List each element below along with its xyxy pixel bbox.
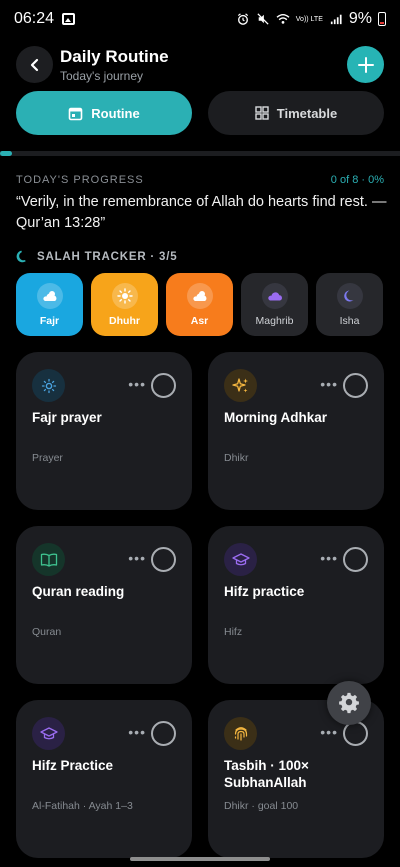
- progress-count: 0 of 8 · 0%: [330, 174, 384, 186]
- salah-tracker-header: SALAH TRACKER · 3/5: [16, 250, 177, 263]
- plus-icon: [357, 56, 374, 73]
- routine-name: Hifz practice: [224, 584, 305, 599]
- moon-icon: [336, 282, 363, 309]
- routine-card[interactable]: ••• Morning Adhkar Dhikr: [208, 352, 384, 510]
- routine-name: Fajr prayer: [32, 410, 102, 425]
- graduation-cap-icon: [32, 717, 65, 750]
- book-open-icon: [32, 543, 65, 576]
- routine-card[interactable]: ••• Quran reading Quran: [16, 526, 192, 684]
- routine-category: Dhikr · goal 100: [224, 800, 299, 812]
- home-indicator[interactable]: [130, 857, 270, 861]
- fingerprint-icon: [224, 717, 257, 750]
- prayer-name: Asr: [190, 314, 209, 327]
- wifi-icon: [276, 14, 290, 24]
- routine-category: Hifz: [224, 626, 243, 638]
- more-options-icon[interactable]: •••: [320, 550, 338, 566]
- prayer-dhuhr[interactable]: Dhuhr: [91, 273, 158, 336]
- prayer-isha[interactable]: Isha: [316, 273, 383, 336]
- battery-percent: 9%: [348, 10, 372, 27]
- routine-category: Dhikr: [224, 452, 249, 464]
- tab-routine[interactable]: Routine: [16, 91, 192, 135]
- routine-card[interactable]: ••• Fajr prayer Prayer: [16, 352, 192, 510]
- grid-icon: [255, 106, 269, 120]
- complete-checkbox[interactable]: [151, 721, 176, 746]
- more-options-icon[interactable]: •••: [320, 376, 338, 392]
- prayer-name: Fajr: [39, 314, 60, 327]
- calendar-icon: [68, 107, 83, 120]
- routine-name: Hifz Practice: [32, 758, 114, 773]
- routine-category: Quran: [32, 626, 62, 638]
- daily-quote: “Verily, in the remembrance of Allah do …: [16, 194, 387, 231]
- app-header: Daily Routine Today's journey: [16, 44, 384, 88]
- back-button[interactable]: [16, 46, 53, 83]
- alarm-icon: [237, 13, 248, 25]
- prayer-name: Maghrib: [255, 314, 294, 327]
- tab-timetable-label: Timetable: [276, 105, 338, 121]
- tab-routine-label: Routine: [91, 105, 140, 121]
- tab-timetable[interactable]: Timetable: [208, 91, 384, 135]
- cloud-sun-icon: [186, 282, 213, 309]
- page-subtitle: Today's journey: [60, 69, 144, 83]
- routine-card[interactable]: ••• Hifz Practice Al-Fatihah · Ayah 1–3: [16, 700, 192, 858]
- mute-icon: [257, 13, 269, 25]
- more-options-icon[interactable]: •••: [128, 724, 146, 740]
- graduation-cap-icon: [224, 543, 257, 576]
- moon-icon: [16, 250, 26, 263]
- view-tabs: Routine Timetable: [16, 91, 384, 135]
- prayer-list: Fajr Dhuhr Asr Maghrib Isha: [16, 273, 400, 336]
- prayer-fajr[interactable]: Fajr: [16, 273, 83, 336]
- routine-card[interactable]: ••• Tasbih · 100× SubhanAllah Dhikr · go…: [208, 700, 384, 858]
- signal-icon: [330, 14, 342, 25]
- prayer-asr[interactable]: Asr: [166, 273, 233, 336]
- battery-icon: [378, 12, 386, 26]
- chevron-left-icon: [30, 58, 38, 71]
- complete-checkbox[interactable]: [151, 547, 176, 572]
- cloud-sun-icon: [36, 282, 63, 309]
- routine-category: Al-Fatihah · Ayah 1–3: [32, 800, 133, 812]
- sparkles-icon: [224, 369, 257, 402]
- page-title: Daily Routine: [60, 47, 169, 66]
- more-options-icon[interactable]: •••: [128, 550, 146, 566]
- complete-checkbox[interactable]: [343, 547, 368, 572]
- routine-card[interactable]: ••• Hifz practice Hifz: [208, 526, 384, 684]
- more-options-icon[interactable]: •••: [320, 724, 338, 740]
- sun-icon: [111, 282, 138, 309]
- gear-icon: [339, 692, 359, 714]
- add-button[interactable]: [347, 46, 384, 83]
- status-right: Vo)) LTE 9%: [236, 10, 386, 28]
- routine-cards: ••• Fajr prayer Prayer ••• Morning Adhka…: [16, 352, 384, 858]
- prayer-maghrib[interactable]: Maghrib: [241, 273, 308, 336]
- routine-category: Prayer: [32, 452, 63, 464]
- progress-row: TODAY'S PROGRESS 0 of 8 · 0%: [16, 174, 384, 186]
- complete-checkbox[interactable]: [343, 373, 368, 398]
- settings-button[interactable]: [327, 681, 371, 725]
- status-bar: 06:24 Vo)) LTE 9%: [0, 0, 400, 38]
- more-options-icon[interactable]: •••: [128, 376, 146, 392]
- routine-name: Tasbih · 100× SubhanAllah: [224, 758, 309, 790]
- complete-checkbox[interactable]: [151, 373, 176, 398]
- routine-name: Quran reading: [32, 584, 125, 599]
- progress-bar: [0, 151, 400, 156]
- volte-label: Vo)) LTE: [295, 15, 323, 23]
- prayer-name: Isha: [339, 314, 360, 327]
- sun-icon: [32, 369, 65, 402]
- salah-tracker-label: SALAH TRACKER · 3/5: [37, 250, 178, 263]
- status-time: 06:24: [14, 10, 55, 27]
- progress-bar-fill: [0, 151, 12, 156]
- cloud-icon: [261, 282, 288, 309]
- progress-label: TODAY'S PROGRESS: [16, 174, 144, 186]
- prayer-name: Dhuhr: [109, 314, 140, 327]
- routine-name: Morning Adhkar: [224, 410, 327, 425]
- gallery-icon: [62, 13, 76, 25]
